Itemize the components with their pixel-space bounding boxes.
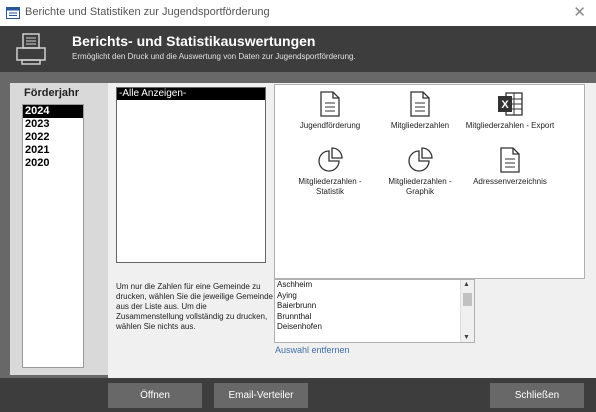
svg-text:X: X bbox=[501, 99, 509, 111]
list-item[interactable]: Aschheim bbox=[275, 280, 474, 291]
scroll-down-icon[interactable]: ▼ bbox=[463, 334, 470, 341]
report-mitgliederzahlen-graphik[interactable]: Mitgliederzahlen - Graphik bbox=[375, 147, 465, 197]
report-label: Adressenverzeichnis bbox=[473, 177, 547, 186]
report-mitgliederzahlen-statistik[interactable]: Mitgliederzahlen - Statistik bbox=[285, 147, 375, 197]
document-icon bbox=[320, 91, 340, 117]
list-item[interactable]: Deisenhofen bbox=[275, 322, 474, 333]
report-mitgliederzahlen[interactable]: Mitgliederzahlen bbox=[375, 91, 465, 131]
year-item-2023[interactable]: 2023 bbox=[23, 118, 83, 131]
scroll-thumb[interactable] bbox=[463, 293, 472, 306]
year-label: Förderjahr bbox=[24, 87, 80, 99]
report-label: Mitgliederzahlen - Graphik bbox=[388, 177, 452, 196]
document-icon bbox=[410, 91, 430, 117]
printer-icon bbox=[16, 33, 46, 65]
municipality-filter-list[interactable]: -Alle Anzeigen- bbox=[116, 87, 266, 263]
document-icon bbox=[500, 147, 520, 173]
window-title: Berichte und Statistiken zur Jugendsport… bbox=[25, 6, 270, 18]
remove-selection-link[interactable]: Auswahl entfernen bbox=[275, 345, 350, 355]
list-item[interactable]: Brunnthal bbox=[275, 312, 474, 323]
report-adressenverzeichnis[interactable]: Adressenverzeichnis bbox=[465, 147, 555, 187]
report-mitgliederzahlen-export[interactable]: X Mitgliederzahlen - Export bbox=[465, 91, 555, 131]
year-item-2020[interactable]: 2020 bbox=[23, 157, 83, 170]
email-distribution-button[interactable]: Email-Verteiler bbox=[214, 383, 308, 408]
report-label: Mitgliederzahlen - Export bbox=[465, 121, 555, 130]
year-item-2022[interactable]: 2022 bbox=[23, 131, 83, 144]
report-jugendfoerderung[interactable]: Jugendförderung bbox=[285, 91, 375, 131]
year-item-2021[interactable]: 2021 bbox=[23, 144, 83, 157]
page-title: Berichts- und Statistikauswertungen bbox=[72, 33, 316, 49]
close-button[interactable]: Schließen bbox=[490, 383, 584, 408]
list-item[interactable]: Baierbrunn bbox=[275, 301, 474, 312]
year-item-2024[interactable]: 2024 bbox=[23, 105, 83, 118]
report-panel: Jugendförderung Mitgliederzahlen X Mitgl… bbox=[274, 84, 585, 279]
page-subtitle: Ermöglicht den Druck und die Auswertung … bbox=[72, 52, 356, 61]
report-label: Mitgliederzahlen bbox=[390, 121, 450, 130]
form-app-icon bbox=[6, 7, 20, 19]
list-item-all[interactable]: -Alle Anzeigen- bbox=[117, 88, 265, 100]
pie-chart-icon bbox=[318, 147, 343, 172]
vertical-scrollbar[interactable]: ▲ ▼ bbox=[460, 280, 474, 342]
list-item[interactable]: Aying bbox=[275, 291, 474, 302]
page-header: Berichts- und Statistikauswertungen Ermö… bbox=[0, 26, 596, 72]
open-button[interactable]: Öffnen bbox=[108, 383, 202, 408]
scroll-up-icon[interactable]: ▲ bbox=[463, 281, 470, 288]
close-window-icon[interactable]: ✕ bbox=[573, 3, 586, 21]
gemeinde-list[interactable]: Aschheim Aying Baierbrunn Brunnthal Deis… bbox=[274, 279, 475, 343]
excel-icon: X bbox=[498, 92, 523, 116]
pie-chart-icon bbox=[408, 147, 433, 172]
report-label: Jugendförderung bbox=[299, 121, 361, 130]
selection-hint: Um nur die Zahlen für eine Gemeinde zu d… bbox=[116, 282, 273, 331]
title-bar: Berichte und Statistiken zur Jugendsport… bbox=[0, 0, 596, 27]
report-label: Mitgliederzahlen - Statistik bbox=[298, 177, 362, 196]
year-list[interactable]: 2024 2023 2022 2021 2020 bbox=[22, 104, 84, 368]
